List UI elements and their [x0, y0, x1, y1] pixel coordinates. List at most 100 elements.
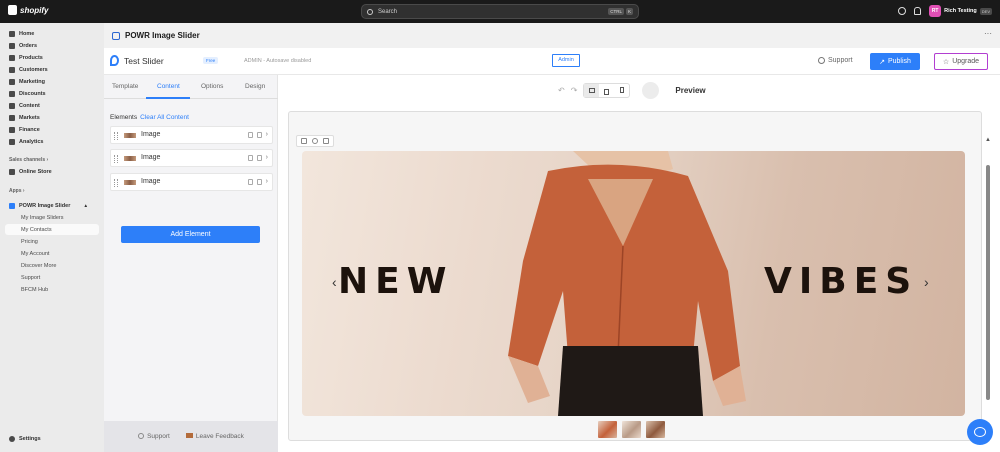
upgrade-label: Upgrade	[952, 58, 980, 65]
clear-all-content-link[interactable]: Clear All Content	[140, 114, 189, 121]
mobile-view-button[interactable]	[614, 84, 629, 97]
sidebar-item-finance[interactable]: Finance	[9, 127, 40, 133]
sidebar-subitem[interactable]: Discover More	[21, 263, 56, 269]
preview-scrollbar[interactable]: ▲ ▼	[985, 115, 991, 435]
leave-feedback-link[interactable]: Leave Feedback	[185, 433, 244, 440]
sidebar-item-powr-image-slider[interactable]: POWR Image Slider ▴	[9, 203, 87, 209]
footer-support-link[interactable]: Support	[138, 433, 170, 440]
tab-content[interactable]: Content	[157, 83, 180, 90]
element-row[interactable]: Image ›	[110, 126, 273, 144]
canvas-tools	[296, 135, 334, 147]
tab-options[interactable]: Options	[201, 83, 223, 90]
upgrade-button[interactable]: ☆ Upgrade	[934, 53, 988, 70]
publish-label: Publish	[887, 58, 911, 65]
duplicate-icon[interactable]	[247, 178, 253, 185]
shortcut-key: K	[625, 8, 633, 15]
redo-button[interactable]: ↷	[571, 86, 578, 95]
tab-design[interactable]: Design	[245, 83, 265, 90]
pin-icon[interactable]: ▴	[84, 203, 87, 209]
scroll-up-arrow[interactable]: ▲	[985, 137, 991, 143]
sidebar-item-label: Orders	[19, 43, 38, 49]
element-row[interactable]: Image ›	[110, 149, 273, 167]
globe-icon[interactable]	[898, 7, 907, 15]
editor-tabs: Template Content Options Design	[104, 75, 278, 99]
trash-icon[interactable]	[256, 131, 262, 138]
sidebar-item-products[interactable]: Products	[9, 55, 43, 61]
app-title: POWR Image Slider	[125, 31, 200, 40]
admin-button[interactable]: Admin	[552, 54, 580, 67]
sidebar-subitem[interactable]: BFCM Hub	[21, 287, 48, 293]
menu-icon[interactable]	[301, 138, 307, 144]
user-menu[interactable]: RT Rich Testing DEV	[929, 5, 992, 17]
drag-handle-icon[interactable]	[114, 155, 118, 163]
duplicate-icon[interactable]	[247, 131, 253, 138]
add-element-button[interactable]: Add Element	[121, 226, 260, 243]
active-tab-indicator	[146, 97, 190, 99]
sidebar-subitem[interactable]: My Contacts	[21, 227, 52, 233]
device-switcher	[583, 82, 631, 98]
editor-panel: Template Content Options Design Elements…	[104, 75, 278, 452]
slide-thumbnail[interactable]	[646, 421, 665, 438]
sidebar-item-discounts[interactable]: Discounts	[9, 91, 46, 97]
slide-text-left: NEW	[338, 261, 454, 302]
preview-toggle[interactable]	[642, 81, 660, 99]
sidebar-subitem[interactable]: Pricing	[21, 239, 38, 245]
support-link[interactable]: Support	[818, 57, 853, 64]
duplicate-icon[interactable]	[247, 154, 253, 161]
content-icon	[9, 103, 15, 109]
sidebar-item-analytics[interactable]: Analytics	[9, 139, 43, 145]
next-slide-arrow[interactable]: ›	[924, 274, 929, 290]
dev-badge: DEV	[979, 7, 992, 15]
scroll-thumb[interactable]	[986, 165, 990, 400]
tab-template[interactable]: Template	[112, 83, 138, 90]
more-actions-button[interactable]: ···	[984, 29, 992, 38]
slide-image[interactable]: NEW VIBES ‹ ›	[302, 151, 965, 416]
trash-icon[interactable]	[256, 154, 262, 161]
help-icon	[138, 433, 145, 439]
sidebar-item-orders[interactable]: Orders	[9, 43, 37, 49]
publish-button[interactable]: ↗ Publish	[870, 53, 920, 70]
preview-toolbar: ↶ ↷ Preview	[558, 81, 706, 99]
shopify-bag-icon	[8, 5, 17, 15]
sales-channels-heading[interactable]: Sales channels ›	[9, 157, 48, 163]
desktop-view-button[interactable]	[584, 83, 600, 97]
pencil-icon[interactable]	[323, 138, 329, 144]
products-icon	[9, 55, 15, 61]
slide-thumbnail[interactable]	[598, 421, 617, 438]
chevron-right-icon[interactable]: ›	[266, 154, 268, 161]
shopify-logo[interactable]: shopify	[8, 5, 48, 15]
undo-button[interactable]: ↶	[558, 86, 565, 95]
chat-button[interactable]	[967, 419, 993, 445]
chevron-right-icon[interactable]: ›	[266, 178, 268, 185]
element-row[interactable]: Image ›	[110, 173, 273, 191]
slider-name[interactable]: Test Slider	[124, 56, 164, 66]
sidebar-item-customers[interactable]: Customers	[9, 67, 48, 73]
slide-thumbnail[interactable]	[622, 421, 641, 438]
main-content: POWR Image Slider ··· Test Slider Free A…	[104, 23, 1000, 452]
sidebar-item-content[interactable]: Content	[9, 103, 40, 109]
gear-icon[interactable]	[312, 138, 318, 144]
sidebar-subitem[interactable]: My Account	[21, 251, 49, 257]
sidebar-item-settings[interactable]: Settings	[9, 436, 41, 442]
drag-handle-icon[interactable]	[114, 179, 118, 187]
search-input[interactable]: Search CTRL K	[361, 4, 639, 19]
sidebar-item-online-store[interactable]: Online Store	[9, 169, 52, 175]
sidebar-item-marketing[interactable]: Marketing	[9, 79, 45, 85]
tablet-view-button[interactable]	[599, 84, 614, 97]
apps-heading[interactable]: Apps ›	[9, 188, 25, 194]
sidebar-item-markets[interactable]: Markets	[9, 115, 40, 121]
sidebar-subitem[interactable]: Support	[21, 275, 40, 281]
bell-icon[interactable]	[914, 7, 922, 15]
sidebar-item-label: Products	[19, 55, 43, 61]
chat-icon	[974, 427, 986, 437]
sidebar-subitem[interactable]: My Image Sliders	[21, 215, 64, 221]
chevron-right-icon[interactable]: ›	[266, 131, 268, 138]
sidebar-item-home[interactable]: Home	[9, 31, 34, 37]
trash-icon[interactable]	[256, 178, 262, 185]
drag-handle-icon[interactable]	[114, 132, 118, 140]
search-icon	[367, 8, 373, 15]
image-thumbnail	[124, 180, 136, 185]
prev-slide-arrow[interactable]: ‹	[332, 274, 337, 290]
preview-label[interactable]: Preview	[675, 86, 705, 95]
slide-thumbnails	[598, 421, 665, 438]
